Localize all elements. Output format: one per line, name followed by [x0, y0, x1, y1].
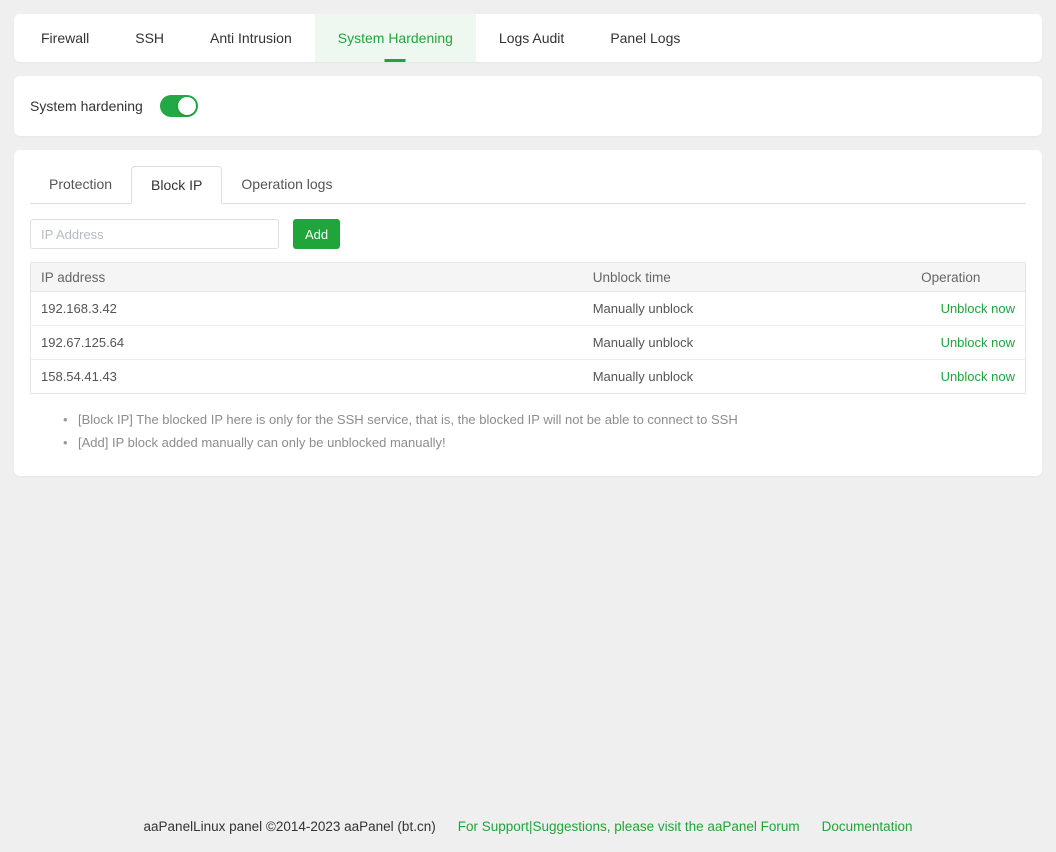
note-block-ip: [Block IP] The blocked IP here is only f…: [63, 408, 1026, 431]
toggle-knob: [178, 97, 196, 115]
sub-tab-bar: Protection Block IP Operation logs: [30, 166, 1026, 204]
tab-ssh[interactable]: SSH: [112, 14, 187, 62]
add-ip-row: Add: [30, 219, 1026, 249]
system-hardening-label: System hardening: [30, 98, 143, 114]
system-hardening-toggle[interactable]: [160, 95, 198, 117]
cell-ip: 192.168.3.42: [31, 292, 583, 326]
tab-anti-intrusion[interactable]: Anti Intrusion: [187, 14, 315, 62]
unblock-now-link[interactable]: Unblock now: [941, 369, 1015, 384]
tab-protection[interactable]: Protection: [30, 166, 131, 204]
cell-ip: 192.67.125.64: [31, 326, 583, 360]
main-tab-bar: Firewall SSH Anti Intrusion System Harde…: [14, 14, 1042, 62]
copyright-text: aaPanelLinux panel ©2014-2023 aaPanel (b…: [144, 819, 436, 834]
table-row: 158.54.41.43 Manually unblock Unblock no…: [31, 360, 1026, 394]
tab-firewall[interactable]: Firewall: [18, 14, 112, 62]
blocked-ip-table: IP address Unblock time Operation 192.16…: [30, 262, 1026, 394]
tab-operation-logs[interactable]: Operation logs: [222, 166, 351, 204]
tab-logs-audit[interactable]: Logs Audit: [476, 14, 587, 62]
cell-unblock-time: Manually unblock: [583, 326, 911, 360]
column-header-operation: Operation: [911, 263, 1025, 292]
cell-ip: 158.54.41.43: [31, 360, 583, 394]
notes-list: [Block IP] The blocked IP here is only f…: [30, 408, 1026, 454]
unblock-now-link[interactable]: Unblock now: [941, 335, 1015, 350]
table-header-row: IP address Unblock time Operation: [31, 263, 1026, 292]
add-button[interactable]: Add: [293, 219, 340, 249]
unblock-now-link[interactable]: Unblock now: [941, 301, 1015, 316]
table-row: 192.67.125.64 Manually unblock Unblock n…: [31, 326, 1026, 360]
table-row: 192.168.3.42 Manually unblock Unblock no…: [31, 292, 1026, 326]
cell-unblock-time: Manually unblock: [583, 292, 911, 326]
cell-unblock-time: Manually unblock: [583, 360, 911, 394]
note-add: [Add] IP block added manually can only b…: [63, 431, 1026, 454]
ip-address-input[interactable]: [30, 219, 279, 249]
column-header-unblock-time: Unblock time: [583, 263, 911, 292]
tab-system-hardening[interactable]: System Hardening: [315, 14, 476, 62]
tab-panel-logs[interactable]: Panel Logs: [587, 14, 703, 62]
tab-block-ip[interactable]: Block IP: [131, 166, 222, 204]
column-header-ip: IP address: [31, 263, 583, 292]
documentation-link[interactable]: Documentation: [822, 819, 913, 834]
page-footer: aaPanelLinux panel ©2014-2023 aaPanel (b…: [0, 819, 1056, 834]
system-hardening-card: System hardening: [14, 76, 1042, 136]
block-ip-panel: Protection Block IP Operation logs Add I…: [14, 150, 1042, 476]
support-forum-link[interactable]: For Support|Suggestions, please visit th…: [458, 819, 800, 834]
